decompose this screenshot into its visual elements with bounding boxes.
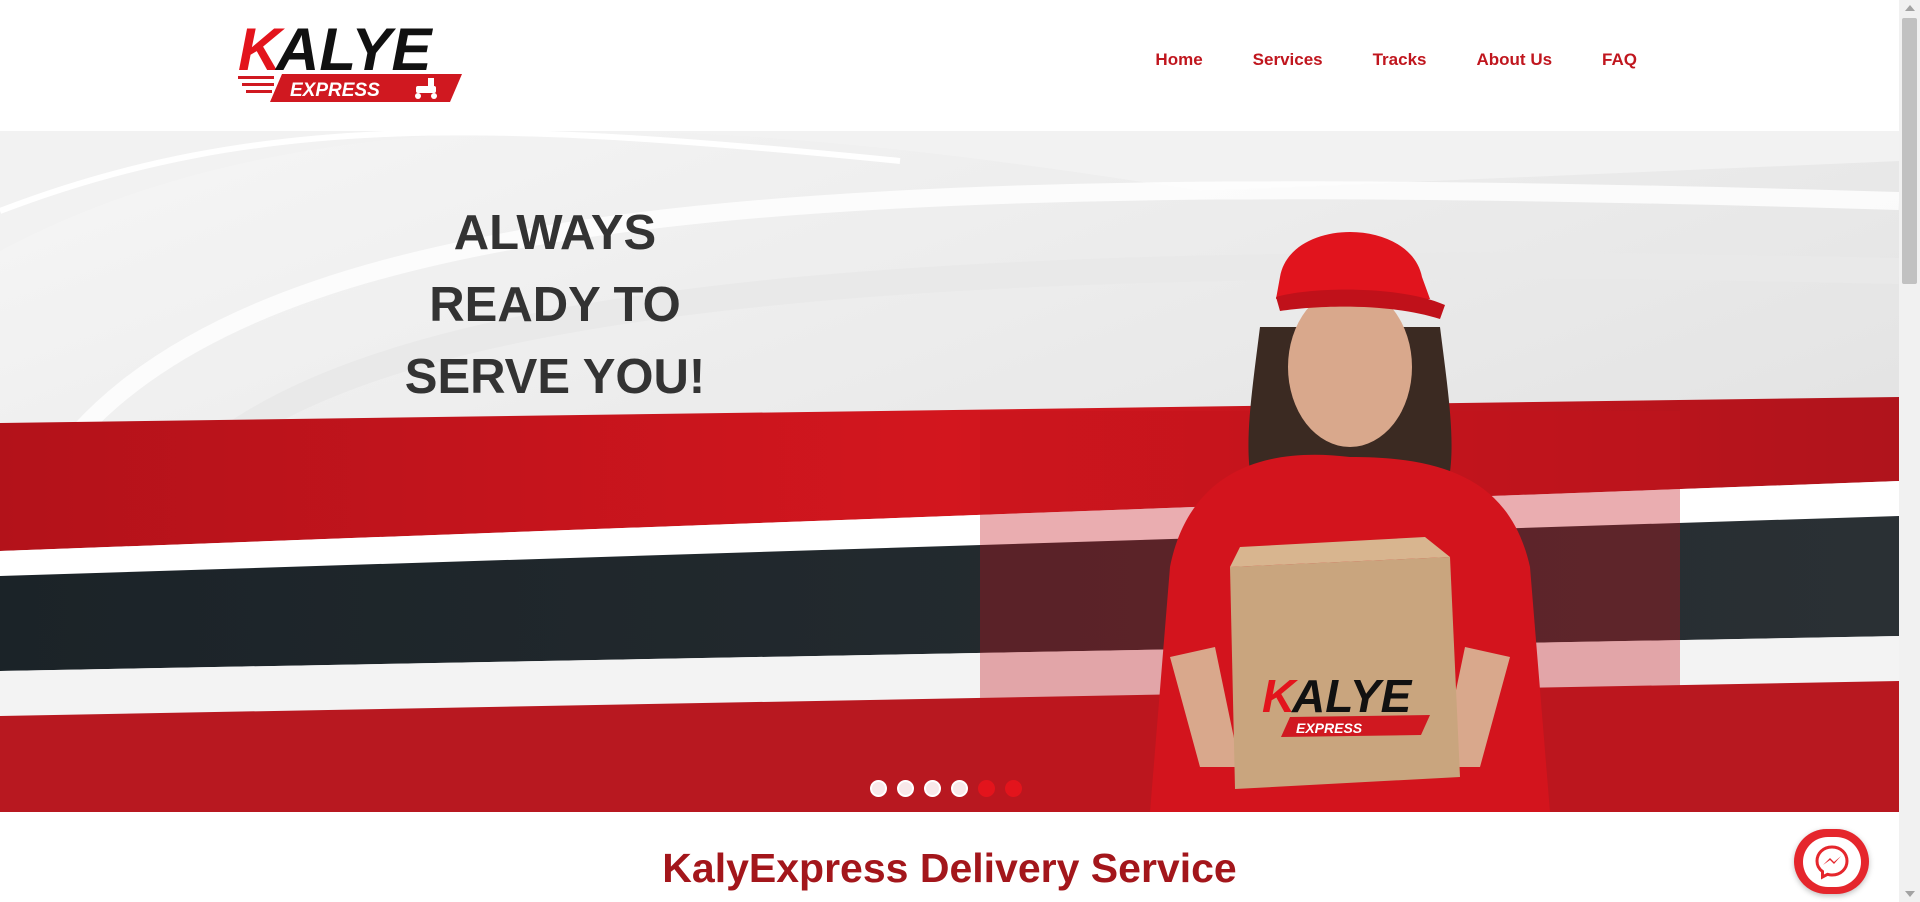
carousel-pagination (870, 780, 1022, 797)
hero-background (0, 131, 1899, 812)
messenger-chat-button[interactable] (1794, 829, 1869, 894)
messenger-icon (1814, 844, 1849, 880)
carousel-dot-3[interactable] (924, 780, 941, 797)
messenger-inner (1802, 836, 1861, 887)
svg-text:ALYE: ALYE (274, 16, 434, 83)
main-nav: Home Services Tracks About Us FAQ (1105, 50, 1637, 70)
hero-headline: ALWAYS READY TO SERVE YOU! (320, 197, 790, 413)
headline-line: ALWAYS (453, 206, 657, 260)
nav-home[interactable]: Home (1155, 50, 1202, 70)
nav-about-us[interactable]: About Us (1477, 50, 1553, 70)
scroll-up-arrow-icon[interactable] (1905, 5, 1915, 11)
page-scrollbar[interactable] (1899, 0, 1920, 902)
carousel-dot-5[interactable] (978, 780, 995, 797)
headline-line: READY TO (429, 278, 681, 332)
carousel-dot-2[interactable] (897, 780, 914, 797)
nav-tracks[interactable]: Tracks (1373, 50, 1427, 70)
carousel-dot-1[interactable] (870, 780, 887, 797)
scrollbar-thumb[interactable] (1902, 18, 1917, 284)
delivery-person-image: K ALYE EXPRESS (1110, 207, 1570, 812)
brand-logo[interactable]: K ALYE EXPRESS (236, 14, 464, 106)
nav-services[interactable]: Services (1253, 50, 1323, 70)
headline-line: SERVE YOU! (404, 350, 706, 404)
nav-faq[interactable]: FAQ (1602, 50, 1637, 70)
box-logo-main: ALYE (1291, 670, 1413, 722)
kalye-express-logo: K ALYE EXPRESS (238, 16, 462, 102)
box-logo-sub: EXPRESS (1296, 720, 1363, 736)
section-title: KalyExpress Delivery Service (662, 845, 1237, 891)
scroll-down-arrow-icon[interactable] (1905, 891, 1915, 897)
site-header: K ALYE EXPRESS Home Services Tracks Abou… (0, 0, 1899, 131)
carousel-dot-4[interactable] (951, 780, 968, 797)
carousel-dot-6[interactable] (1005, 780, 1022, 797)
svg-text:EXPRESS: EXPRESS (290, 80, 380, 101)
hero-slider: ALWAYS READY TO SERVE YOU! K ALYE EXPRES… (0, 131, 1899, 812)
